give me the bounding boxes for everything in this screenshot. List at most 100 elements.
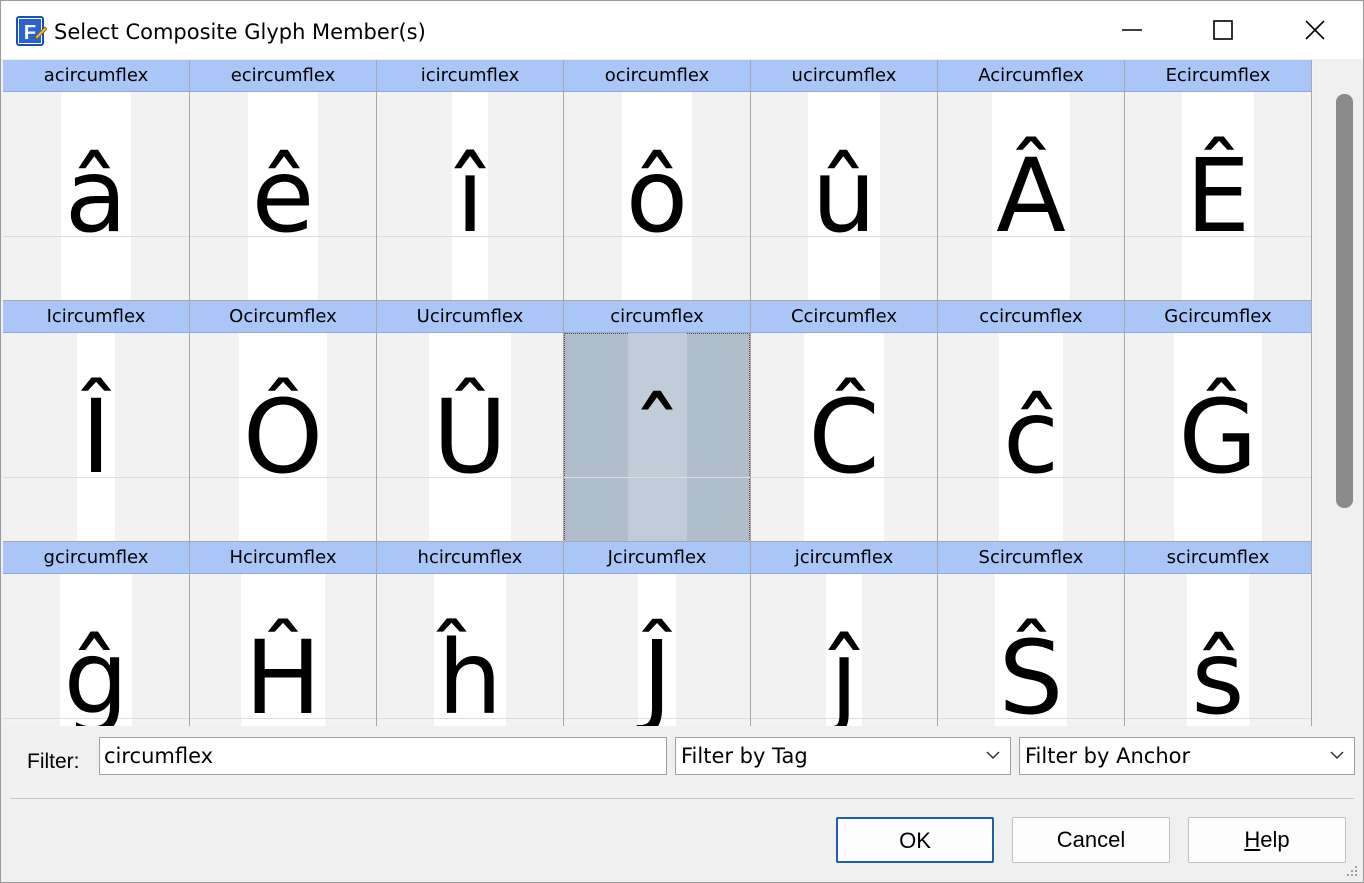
svg-text:F: F: [24, 22, 36, 44]
glyph-preview: ê: [190, 92, 376, 300]
glyph-name-label: icircumflex: [377, 60, 563, 92]
glyph-cell[interactable]: Ccircumflex Ĉ: [751, 301, 938, 542]
glyph-character: Â: [996, 137, 1066, 256]
glyph-name-label: jcircumflex: [751, 542, 937, 574]
glyph-cell[interactable]: gcircumflex ĝ: [3, 542, 190, 726]
maximize-icon: [1213, 20, 1233, 40]
glyph-cell[interactable]: Scircumflex Ŝ: [938, 542, 1125, 726]
glyph-preview: Ô: [190, 333, 376, 541]
glyph-name-label: Ccircumflex: [751, 301, 937, 333]
glyph-character: ĝ: [63, 619, 129, 726]
glyph-name-label: Gcircumflex: [1125, 301, 1311, 333]
glyph-preview: Ĉ: [751, 333, 937, 541]
glyph-preview: Î: [3, 333, 189, 541]
glyph-cell[interactable]: ccircumflex ĉ: [938, 301, 1125, 542]
glyph-character: Ê: [1185, 137, 1251, 256]
glyph-character: Û: [432, 378, 508, 497]
glyph-character: Ô: [242, 378, 324, 497]
glyph-name-label: ucircumflex: [751, 60, 937, 92]
cancel-button[interactable]: Cancel: [1012, 817, 1170, 863]
close-icon: [1305, 20, 1325, 40]
glyph-cell[interactable]: jcircumflex ĵ: [751, 542, 938, 726]
glyph-name-label: ccircumflex: [938, 301, 1124, 333]
help-mnemonic: H: [1244, 827, 1261, 852]
glyph-name-label: Acircumflex: [938, 60, 1124, 92]
resize-grip-icon[interactable]: [1345, 864, 1359, 878]
glyph-cell[interactable]: Hcircumflex Ĥ: [190, 542, 377, 726]
glyph-preview: Â: [938, 92, 1124, 300]
glyph-name-label: ocircumflex: [564, 60, 750, 92]
glyph-name-label: Scircumflex: [938, 542, 1124, 574]
glyph-cell[interactable]: hcircumflex ĥ: [377, 542, 564, 726]
glyph-character: ĥ: [437, 619, 503, 726]
filter-label: Filter:: [27, 750, 80, 773]
help-label-rest: elp: [1260, 827, 1290, 852]
glyph-name-label: ecircumflex: [190, 60, 376, 92]
glyph-name-label: Jcircumflex: [564, 542, 750, 574]
glyph-character: Ĥ: [244, 619, 322, 726]
glyph-preview: Ê: [1125, 92, 1311, 300]
glyph-preview: Ĥ: [190, 574, 376, 726]
glyph-name-label: scircumflex: [1125, 542, 1311, 574]
title-bar[interactable]: F Select Composite Glyph Member(s): [1, 1, 1363, 59]
dialog-window: F Select Composite Glyph Member(s) acirc…: [0, 0, 1364, 883]
glyph-cell[interactable]: scircumflex ŝ: [1125, 542, 1312, 726]
glyph-preview: î: [377, 92, 563, 300]
glyph-cell[interactable]: Acircumflex Â: [938, 60, 1125, 301]
glyph-name-label: Ecircumflex: [1125, 60, 1311, 92]
scrollbar-thumb[interactable]: [1336, 94, 1353, 508]
glyph-grid: acircumflex â ecircumflex ê icircumflex î ocir…: [3, 60, 1312, 726]
glyph-preview: ˆ: [564, 333, 750, 541]
vertical-scrollbar[interactable]: [1326, 60, 1363, 726]
maximize-button[interactable]: [1177, 1, 1269, 59]
glyph-preview: ô: [564, 92, 750, 300]
glyph-preview: ĉ: [938, 333, 1124, 541]
glyph-character: ŝ: [1191, 619, 1245, 726]
glyph-preview: Ĵ: [564, 574, 750, 726]
glyph-grid-viewport[interactable]: acircumflex â ecircumflex ê icircumflex î ocir…: [3, 60, 1313, 726]
divider: [10, 798, 1354, 799]
glyph-cell[interactable]: Ocircumflex Ô: [190, 301, 377, 542]
help-button[interactable]: Help: [1188, 817, 1346, 863]
glyph-cell[interactable]: Ucircumflex Û: [377, 301, 564, 542]
glyph-cell[interactable]: Icircumflex Î: [3, 301, 190, 542]
glyph-name-label: Hcircumflex: [190, 542, 376, 574]
glyph-preview: Û: [377, 333, 563, 541]
glyph-cell[interactable]: circumflex ˆ: [564, 301, 751, 542]
glyph-name-label: acircumflex: [3, 60, 189, 92]
glyph-cell[interactable]: ucircumflex û: [751, 60, 938, 301]
glyph-character: û: [811, 137, 877, 256]
minimize-button[interactable]: [1086, 1, 1178, 59]
glyph-cell[interactable]: Gcircumflex Ĝ: [1125, 301, 1312, 542]
glyph-character: Î: [80, 378, 112, 497]
chevron-down-icon: [986, 751, 1000, 760]
glyph-preview: ĵ: [751, 574, 937, 726]
ok-button[interactable]: OK: [836, 817, 994, 863]
glyph-cell[interactable]: ocircumflex ô: [564, 60, 751, 301]
glyph-name-label: gcircumflex: [3, 542, 189, 574]
glyph-character: Ĉ: [808, 378, 880, 497]
glyph-character: ˆ: [631, 378, 683, 497]
chevron-down-icon: [1330, 751, 1344, 760]
glyph-name-label: circumflex: [564, 301, 750, 333]
filter-by-tag-select[interactable]: Filter by Tag: [675, 737, 1011, 775]
filter-input[interactable]: circumflex: [99, 737, 667, 775]
filter-row: Filter: circumflex Filter by Tag Filter …: [1, 728, 1363, 788]
window-title: Select Composite Glyph Member(s): [54, 20, 426, 44]
minimize-icon: [1122, 29, 1142, 31]
glyph-character: ê: [251, 137, 315, 256]
glyph-preview: Ŝ: [938, 574, 1124, 726]
close-button[interactable]: [1269, 1, 1361, 59]
glyph-cell[interactable]: Jcircumflex Ĵ: [564, 542, 751, 726]
glyph-cell[interactable]: ecircumflex ê: [190, 60, 377, 301]
filter-by-tag-value: Filter by Tag: [681, 744, 808, 768]
filter-by-anchor-select[interactable]: Filter by Anchor: [1019, 737, 1355, 775]
glyph-character: ô: [625, 137, 689, 256]
glyph-cell[interactable]: acircumflex â: [3, 60, 190, 301]
glyph-cell[interactable]: Ecircumflex Ê: [1125, 60, 1312, 301]
glyph-name-label: Ocircumflex: [190, 301, 376, 333]
glyph-cell[interactable]: icircumflex î: [377, 60, 564, 301]
glyph-character: ĉ: [1002, 378, 1060, 497]
glyph-name-label: Ucircumflex: [377, 301, 563, 333]
glyph-preview: û: [751, 92, 937, 300]
